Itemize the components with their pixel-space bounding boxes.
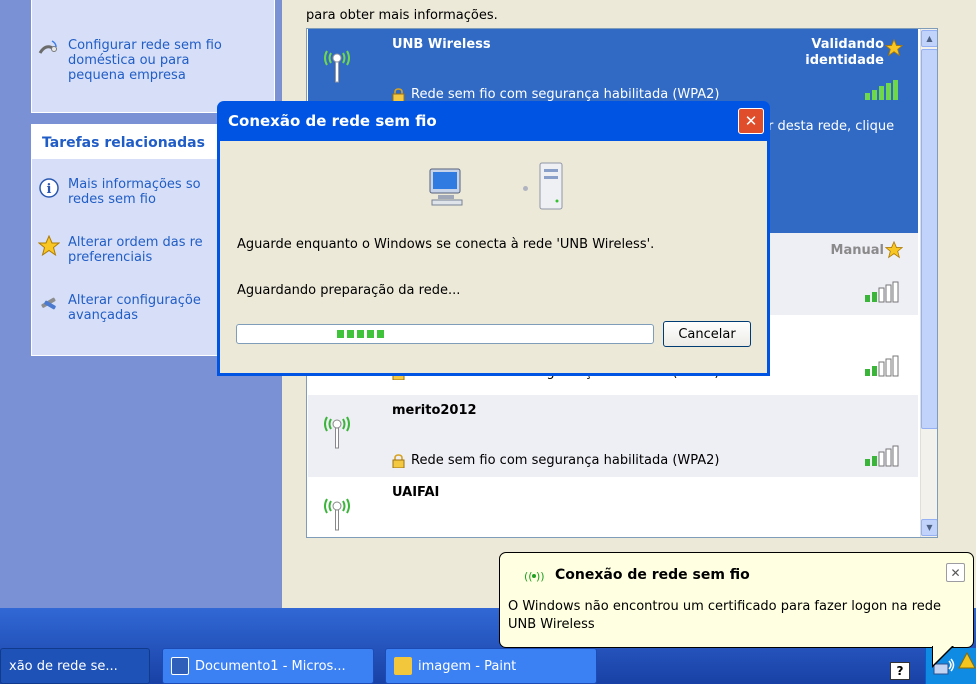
signal-strength-icon <box>865 281 899 303</box>
progress-dot <box>523 186 528 191</box>
taskbar-button-wireless[interactable]: xão de rede se... <box>0 648 150 684</box>
signal-strength-icon <box>865 445 899 467</box>
star-icon <box>38 235 60 257</box>
wizard-icon <box>38 38 60 60</box>
network-security-label: Rede sem fio com segurança habilitada (W… <box>411 87 720 102</box>
network-name: UNB Wireless <box>392 37 491 52</box>
scroll-up-button[interactable]: ▲ <box>921 30 937 47</box>
antenna-icon <box>324 50 350 83</box>
network-name: merito2012 <box>392 403 477 418</box>
word-icon <box>171 657 189 675</box>
taskbar-button-label: xão de rede se... <box>9 658 118 674</box>
dialog-body: Aguarde enquanto o Windows se conecta à … <box>220 141 767 373</box>
dialog-titlebar[interactable]: Conexão de rede sem fio <box>220 101 767 141</box>
list-scrollbar[interactable]: ▲ ▼ <box>920 29 937 537</box>
list-intro-text: para obter mais informações. <box>306 8 498 23</box>
task-more-info-label: Mais informações so redes sem fio <box>68 177 201 207</box>
taskbar-button-label: Documento1 - Micros... <box>195 658 346 674</box>
network-security: Rede sem fio com segurança habilitada (W… <box>392 87 720 102</box>
close-icon: ✕ <box>950 565 961 580</box>
scroll-down-button[interactable]: ▼ <box>921 519 937 536</box>
dialog-status: Aguardando preparação da rede... <box>237 283 461 298</box>
dialog-title: Conexão de rede sem fio <box>228 112 437 130</box>
network-status: Manual <box>830 243 884 258</box>
info-icon: i <box>38 177 60 199</box>
signal-strength-icon <box>865 355 899 377</box>
taskbar-button-word[interactable]: Documento1 - Micros... <box>162 648 374 684</box>
close-icon: ✕ <box>744 112 758 130</box>
network-security-label: Rede sem fio com segurança habilitada (W… <box>411 453 720 468</box>
paint-icon <box>394 657 412 675</box>
connection-progress-bar <box>236 324 654 344</box>
task-box-network: Configurar rede sem fio doméstica ou par… <box>31 0 275 113</box>
svg-text:)): )) <box>536 570 544 583</box>
dialog-message: Aguarde enquanto o Windows se conecta à … <box>237 237 655 252</box>
preferred-star-icon <box>885 39 903 57</box>
wireless-icon: (( )) <box>524 570 544 583</box>
network-item-uaifai[interactable]: UAIFAI <box>308 477 918 537</box>
balloon-close-button[interactable]: ✕ <box>946 563 965 582</box>
svg-text:((: (( <box>524 570 533 583</box>
tools-icon <box>38 293 60 315</box>
balloon-tail-fill <box>933 645 953 665</box>
network-item-merito2012[interactable]: merito2012 Rede sem fio com segurança ha… <box>308 395 918 477</box>
taskbar-button-paint[interactable]: imagem - Paint <box>385 648 597 684</box>
antenna-icon <box>324 498 350 531</box>
taskbar-button-label: imagem - Paint <box>418 658 517 674</box>
computer-icon <box>429 168 463 206</box>
network-status: Validando identidade <box>805 37 884 68</box>
preferred-star-icon <box>885 241 903 259</box>
scroll-thumb[interactable] <box>921 49 937 429</box>
balloon-message: O Windows não encontrou um certificado p… <box>508 599 942 632</box>
signal-strength-icon <box>865 80 898 100</box>
network-name: UAIFAI <box>392 485 440 500</box>
task-setup-wireless[interactable]: Configurar rede sem fio doméstica ou par… <box>38 38 273 83</box>
network-security: Rede sem fio com segurança habilitada (W… <box>392 453 720 468</box>
cancel-button[interactable]: Cancelar <box>663 321 751 347</box>
connection-dialog: Conexão de rede sem fio ✕ Aguarde enquan… <box>217 101 770 376</box>
task-advanced-settings-label: Alterar configuraçõe avançadas <box>68 293 201 323</box>
lock-icon <box>392 453 405 468</box>
balloon-title: Conexão de rede sem fio <box>555 567 750 583</box>
task-setup-wireless-label: Configurar rede sem fio doméstica ou par… <box>68 38 222 83</box>
warning-icon[interactable] <box>958 652 976 670</box>
svg-text:i: i <box>47 182 52 197</box>
task-change-order-label: Alterar ordem das re preferenciais <box>68 235 203 265</box>
antenna-icon <box>324 416 350 449</box>
access-point-icon <box>539 162 563 210</box>
lock-icon <box>392 87 405 102</box>
network-description: r desta rede, clique <box>768 119 895 134</box>
notification-balloon[interactable]: (( )) Conexão de rede sem fio ✕ O Window… <box>499 552 974 648</box>
help-icon[interactable]: ? <box>890 662 910 680</box>
dialog-close-button[interactable]: ✕ <box>738 108 764 134</box>
